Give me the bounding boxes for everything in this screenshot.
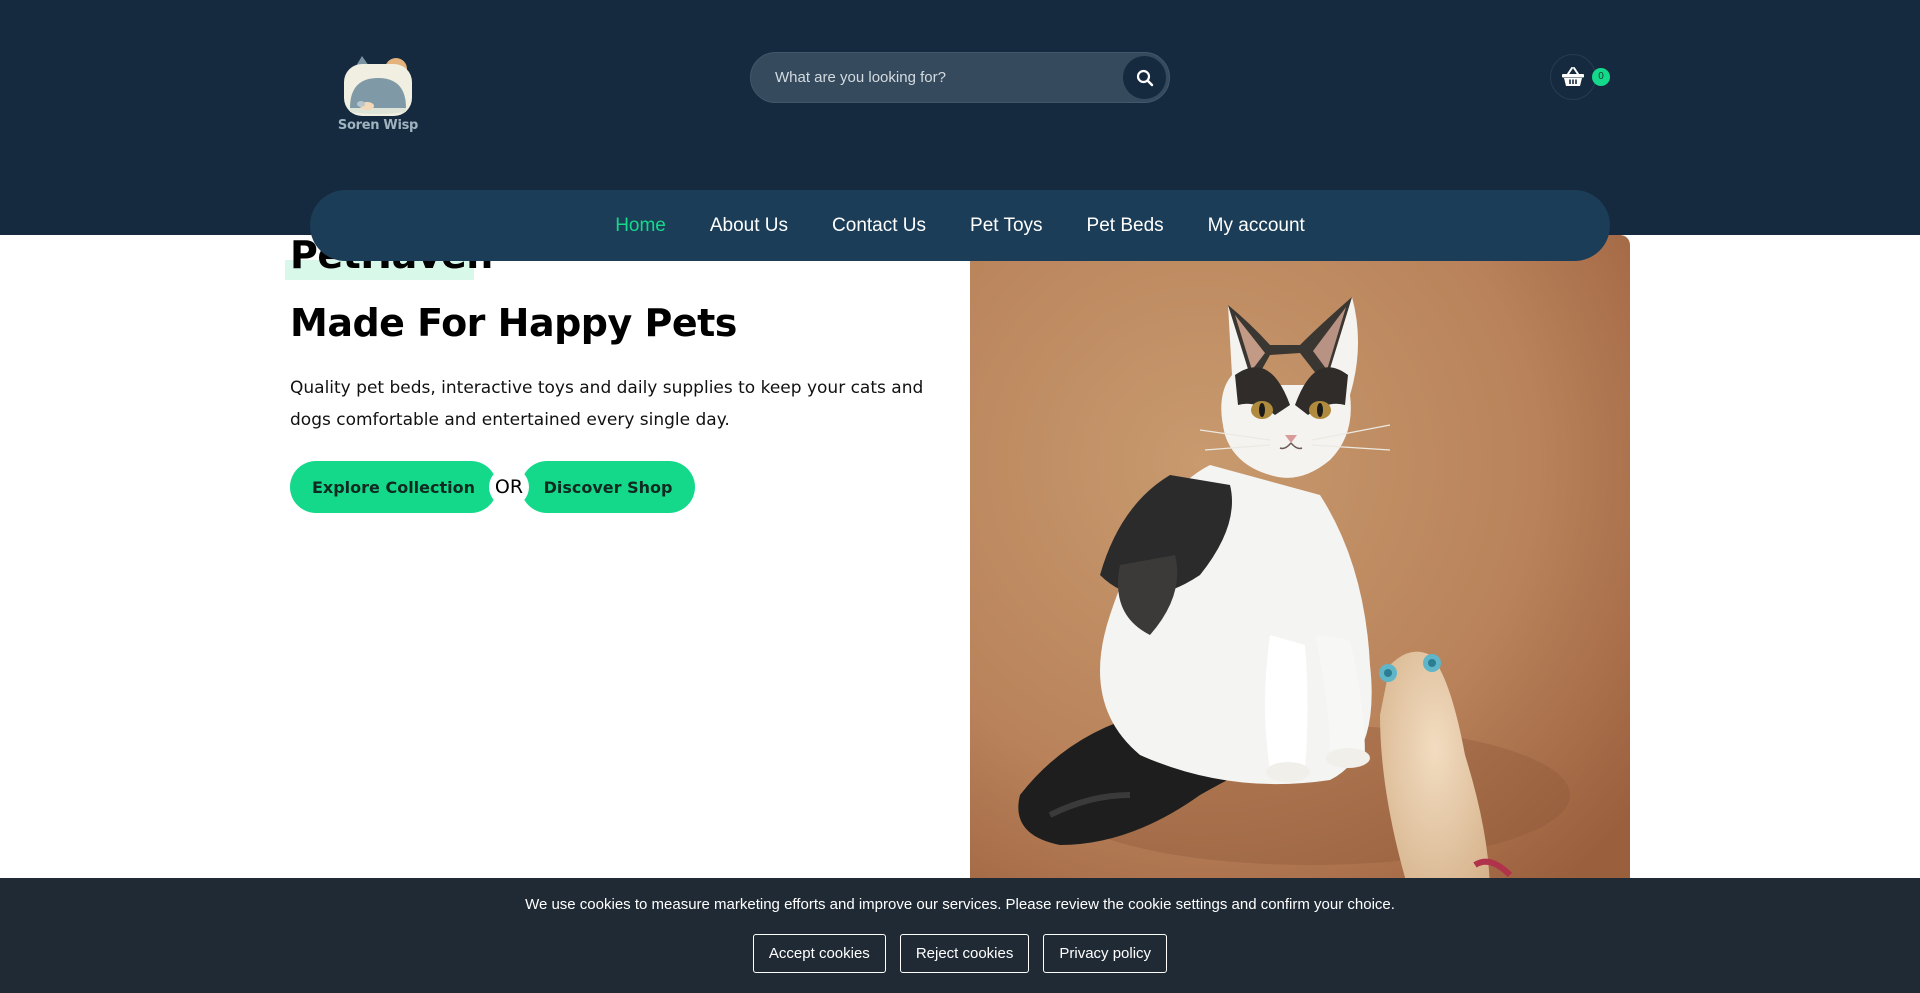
logo-link[interactable]: Soren Wisp [336, 56, 420, 138]
cart-count-badge: 0 [1592, 68, 1610, 86]
nav-item-my-account[interactable]: My account [1208, 215, 1305, 237]
page: Soren Wisp 0 Home About U [0, 0, 1920, 993]
main-nav: Home About Us Contact Us Pet Toys Pet Be… [310, 190, 1610, 261]
hero-actions: Explore Collection OR Discover Shop [290, 461, 695, 513]
search-icon [1136, 69, 1153, 86]
cart-button[interactable] [1550, 54, 1596, 100]
cookie-actions: Accept cookies Reject cookies Privacy po… [0, 934, 1920, 973]
discover-shop-button[interactable]: Discover Shop [521, 461, 695, 513]
accept-cookies-button[interactable]: Accept cookies [752, 934, 886, 973]
nav-item-pet-toys[interactable]: Pet Toys [970, 215, 1043, 237]
privacy-policy-button[interactable]: Privacy policy [1043, 934, 1168, 973]
hero-description: Quality pet beds, interactive toys and d… [290, 378, 924, 430]
nav-item-about-us[interactable]: About Us [710, 215, 788, 237]
search-button[interactable] [1123, 56, 1166, 99]
reject-cookies-button[interactable]: Reject cookies [899, 934, 1030, 973]
cookie-banner: We use cookies to measure marketing effo… [0, 878, 1920, 993]
search-bar [750, 52, 1170, 103]
hero-title: Made For Happy Pets [290, 301, 737, 345]
cat-illustration [970, 235, 1630, 885]
or-separator: OR [489, 467, 529, 507]
nav-item-home[interactable]: Home [615, 215, 666, 237]
hero-cat-photo [970, 235, 1630, 885]
search-input[interactable] [775, 53, 1115, 102]
nav-item-contact-us[interactable]: Contact Us [832, 215, 926, 237]
explore-collection-button[interactable]: Explore Collection [290, 461, 497, 513]
nav-item-pet-beds[interactable]: Pet Beds [1087, 215, 1164, 237]
basket-icon [1562, 67, 1584, 86]
logo-icon [344, 56, 412, 116]
logo-text: Soren Wisp [337, 118, 419, 133]
cookie-message: We use cookies to measure marketing effo… [525, 896, 1395, 913]
